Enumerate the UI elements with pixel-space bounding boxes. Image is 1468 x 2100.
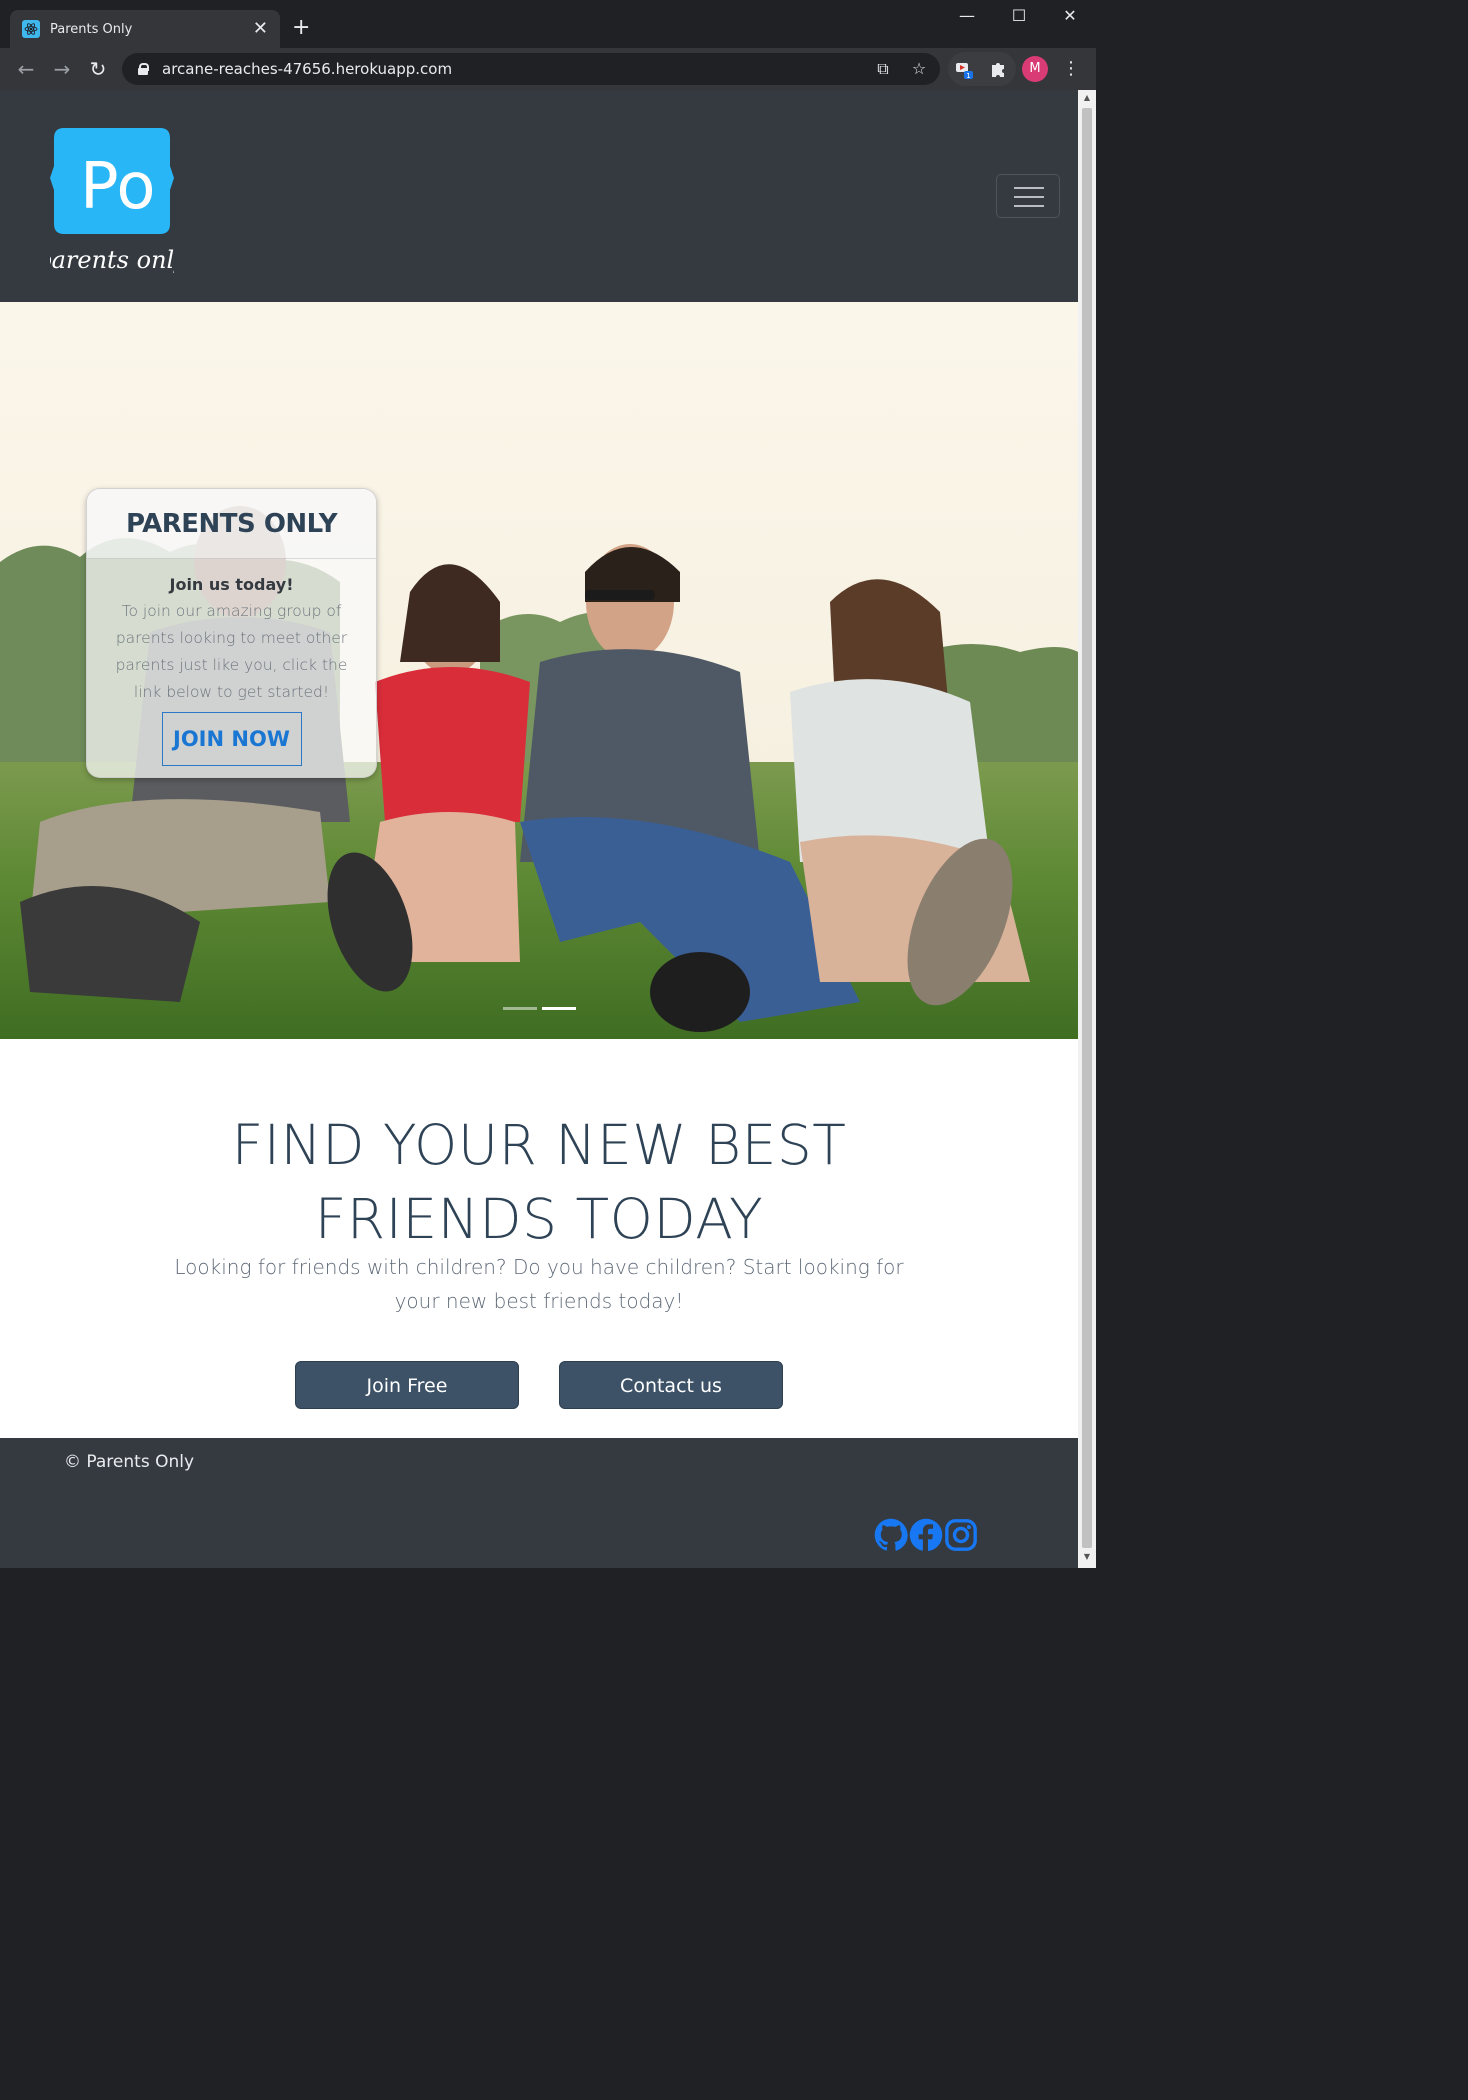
copyright-text: © Parents Only: [64, 1452, 195, 1472]
instagram-icon[interactable]: [944, 1518, 978, 1552]
heading-line-1: FIND YOUR NEW BEST: [231, 1113, 847, 1177]
url-text: arcane-reaches-47656.herokuapp.com: [162, 60, 453, 78]
hero-card-title: PARENTS ONLY: [125, 509, 338, 539]
lock-icon: [138, 63, 149, 75]
hero-carousel: PARENTS ONLY Join us today! To join our …: [0, 302, 1078, 1039]
puzzle-icon[interactable]: [988, 59, 1008, 79]
browser-tab-strip: Parents Only ✕ + — ☐ ✕: [0, 0, 1096, 48]
logo-text: Po: [80, 150, 155, 224]
hero-card-header: PARENTS ONLY: [87, 489, 376, 559]
parents-only-logo[interactable]: Po parents only: [50, 126, 174, 276]
reload-icon[interactable]: ↻: [85, 56, 111, 82]
browser-tab[interactable]: Parents Only ✕: [10, 10, 280, 48]
logo-tagline: parents only: [50, 246, 174, 274]
open-in-app-icon[interactable]: ⧉: [872, 59, 894, 79]
browser-menu-icon[interactable]: ⋮: [1062, 56, 1080, 82]
heading-line-2: FRIENDS TODAY: [314, 1187, 764, 1251]
page-viewport: Po parents only: [0, 90, 1078, 1568]
maximize-icon[interactable]: ☐: [1007, 6, 1031, 25]
scrollbar-thumb[interactable]: [1082, 108, 1092, 1548]
extension-icon[interactable]: 1: [954, 59, 974, 79]
github-icon[interactable]: [874, 1518, 908, 1552]
tab-title: Parents Only: [50, 21, 133, 37]
nav-toggle-button[interactable]: [996, 174, 1060, 218]
contact-us-button[interactable]: Contact us: [559, 1361, 783, 1409]
back-icon[interactable]: ←: [13, 56, 39, 82]
extension-badge: 1: [966, 72, 970, 79]
hero-caption-card: PARENTS ONLY Join us today! To join our …: [86, 488, 377, 778]
carousel-indicator-active[interactable]: [542, 1007, 576, 1010]
react-favicon-icon: [22, 20, 40, 38]
forward-icon[interactable]: →: [49, 56, 75, 82]
facebook-icon[interactable]: [909, 1518, 943, 1552]
tab-close-icon[interactable]: ✕: [253, 20, 268, 38]
hero-card-subtitle: Join us today!: [169, 575, 294, 594]
new-tab-icon[interactable]: +: [292, 14, 310, 42]
profile-avatar[interactable]: M: [1022, 56, 1048, 82]
bookmark-star-icon[interactable]: ☆: [908, 59, 930, 78]
browser-toolbar: ← → ↻ arcane-reaches-47656.herokuapp.com…: [0, 48, 1096, 90]
join-now-button[interactable]: JOIN NOW: [161, 712, 302, 766]
page-scrollbar[interactable]: ▲ ▼: [1078, 90, 1096, 1568]
site-header: Po parents only: [0, 90, 1078, 302]
address-bar[interactable]: arcane-reaches-47656.herokuapp.com ⧉ ☆: [122, 53, 940, 85]
extensions-area: 1: [948, 52, 1016, 86]
window-close-icon[interactable]: ✕: [1058, 6, 1082, 25]
scroll-down-icon[interactable]: ▼: [1082, 1552, 1092, 1561]
site-footer: © Parents Only: [0, 1438, 1078, 1568]
main-heading: FIND YOUR NEW BEST FRIENDS TODAY: [0, 1108, 1078, 1256]
main-subtext: Looking for friends with children? Do yo…: [174, 1255, 904, 1313]
carousel-indicator[interactable]: [503, 1007, 537, 1010]
hero-card-text: To join our amazing group of parents loo…: [115, 602, 348, 701]
minimize-icon[interactable]: —: [955, 6, 979, 25]
join-free-button[interactable]: Join Free: [295, 1361, 519, 1409]
scroll-up-icon[interactable]: ▲: [1082, 93, 1092, 102]
